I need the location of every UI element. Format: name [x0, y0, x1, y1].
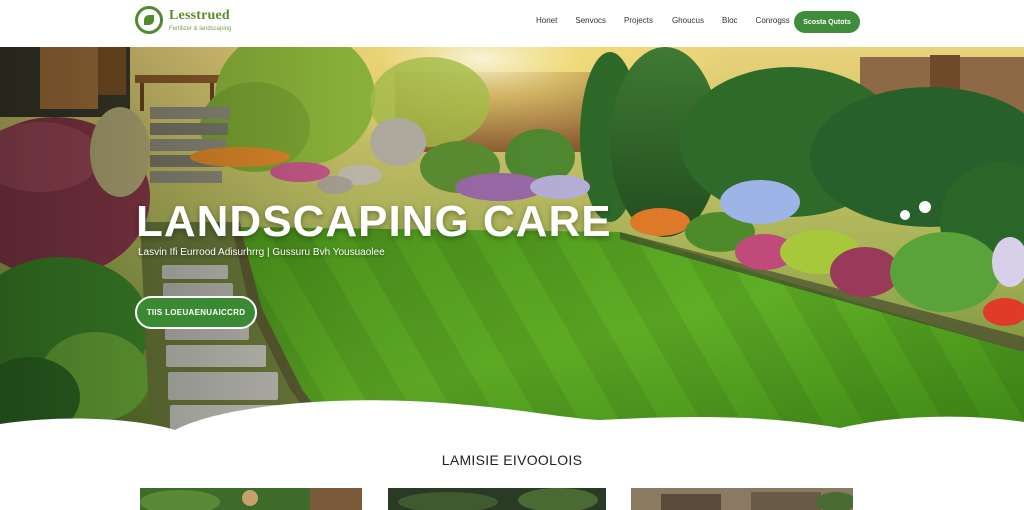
service-card-2[interactable]	[388, 488, 606, 510]
service-card-3[interactable]	[631, 488, 853, 510]
service-card-1[interactable]	[140, 488, 362, 510]
nav-item-contact[interactable]: Conrogss	[756, 16, 790, 25]
brand-logo[interactable]: Lesstrued Fertilizer & landscaping	[135, 6, 231, 34]
get-quote-button[interactable]: Scosta Qutots	[794, 11, 860, 33]
hero-banner: LANDSCAPING CARE Lasvin Ifi Eurrood Adis…	[0, 47, 1024, 432]
section-title: LAMISIE EIVOOLOIS	[441, 452, 583, 468]
leaf-logo-icon	[135, 6, 163, 34]
wave-divider	[0, 400, 1024, 446]
nav-item-home[interactable]: Honet	[536, 16, 557, 25]
main-nav: Honet Senvocs Projects Ghoucus Bloc Conr…	[536, 16, 790, 25]
hero-cta-button[interactable]: TIIS LOEUAENUAICCRD	[135, 296, 257, 329]
nav-item-projects[interactable]: Projects	[624, 16, 653, 25]
nav-item-services[interactable]: Senvocs	[575, 16, 606, 25]
hero-subtitle: Lasvin Ifi Eurrood Adisurhrrg | Gussuru …	[138, 247, 385, 258]
logo-tagline: Fertilizer & landscaping	[169, 25, 232, 32]
service-card-2-image	[388, 488, 606, 510]
site-header: Lesstrued Fertilizer & landscaping Honet…	[0, 0, 1024, 47]
service-card-1-image	[140, 488, 362, 510]
hero-title: LANDSCAPING CARE	[136, 197, 612, 246]
logo-name: Lesstrued	[169, 7, 230, 23]
logo-text: Lesstrued Fertilizer & landscaping	[169, 7, 232, 32]
service-card-3-image	[631, 488, 853, 510]
nav-item-blog[interactable]: Bloc	[722, 16, 738, 25]
nav-item-gallery[interactable]: Ghoucus	[672, 16, 704, 25]
